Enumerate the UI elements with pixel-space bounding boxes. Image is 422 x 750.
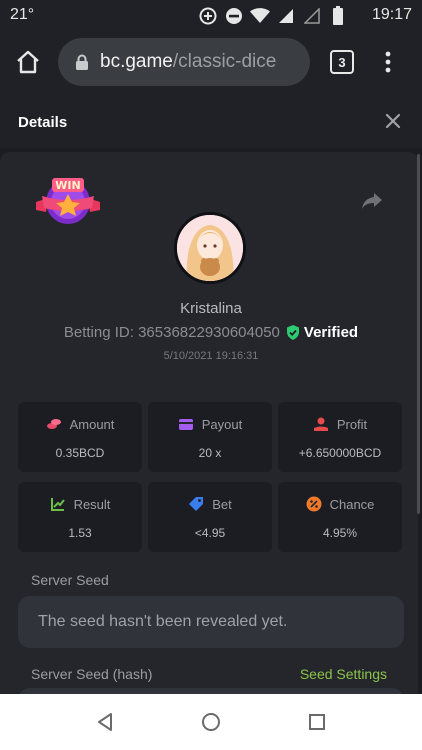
server-seed-field[interactable]: The seed hasn't been revealed yet. <box>18 596 404 648</box>
percent-icon <box>306 496 322 512</box>
details-title: Details <box>18 114 68 131</box>
server-seed-label: Server Seed <box>31 572 109 588</box>
tab-switcher-button[interactable]: 3 <box>330 50 354 74</box>
url-bar[interactable]: bc.game/classic-dice <box>58 38 310 86</box>
wifi-icon <box>250 6 270 26</box>
page-content: Details WIN Kristalina Betting ID: 36536… <box>0 94 422 694</box>
stat-card-bet: Bet <4.95 <box>148 482 272 552</box>
signal-empty-icon <box>302 6 322 26</box>
stat-value: <4.95 <box>194 526 226 540</box>
stats-grid: Amount 0.35BCD Payout 20 x Profit +6.650… <box>18 402 404 552</box>
win-badge-icon: WIN <box>34 174 102 232</box>
stat-card-result: Result 1.53 <box>18 482 142 552</box>
details-panel: WIN Kristalina Betting ID: 3653682293060… <box>0 152 418 694</box>
betting-id-row: Betting ID: 365368229306040​50 Verified <box>0 324 422 341</box>
do-not-disturb-icon <box>224 6 244 26</box>
bet-timestamp: 5/10/2021 19:16:31 <box>163 350 259 362</box>
stat-label: Payout <box>201 416 243 432</box>
stat-value: 4.95% <box>322 526 358 540</box>
username[interactable]: Kristalina <box>0 300 422 317</box>
seed-settings-link[interactable]: Seed Settings <box>300 666 387 682</box>
url-path: /classic-dice <box>172 51 277 72</box>
betting-id: Betting ID: 365368229306040​50 <box>63 324 280 341</box>
stat-label: Bet <box>212 496 232 512</box>
verified-badge: Verified <box>286 324 358 341</box>
details-header: Details <box>0 94 422 148</box>
share-icon[interactable] <box>360 188 384 212</box>
result-chart-icon <box>50 496 66 512</box>
stat-card-profit: Profit +6.650000BCD <box>278 402 402 472</box>
stat-card-amount: Amount 0.35BCD <box>18 402 142 472</box>
stat-label: Chance <box>329 496 375 512</box>
verified-label: Verified <box>303 324 359 341</box>
recents-icon[interactable] <box>307 712 327 732</box>
stat-card-chance: Chance 4.95% <box>278 482 402 552</box>
stat-label: Profit <box>336 416 368 432</box>
server-seed-hash-label: Server Seed (hash) <box>31 666 153 682</box>
back-icon[interactable] <box>96 712 116 732</box>
status-temperature: 21° <box>10 6 35 23</box>
browser-toolbar: bc.game/classic-dice 3 <box>0 32 422 94</box>
lock-icon <box>74 54 90 70</box>
verified-shield-icon <box>286 325 300 340</box>
stat-label: Result <box>73 496 111 512</box>
status-time: 19:17 <box>371 6 412 23</box>
home-icon[interactable] <box>201 712 221 732</box>
stat-value: 20 x <box>198 446 222 460</box>
profit-hand-icon <box>313 416 329 432</box>
status-bar: 21° 19:17 <box>0 0 422 32</box>
data-saver-icon <box>198 6 218 26</box>
stat-value: 0.35BCD <box>55 446 105 460</box>
url-host: bc.game <box>100 51 173 72</box>
win-badge-text: WIN <box>55 179 80 192</box>
stat-value: +6.650000BCD <box>298 446 382 460</box>
status-icons <box>198 6 348 26</box>
avatar[interactable] <box>174 212 246 284</box>
close-icon[interactable] <box>384 112 402 130</box>
battery-icon <box>328 6 348 26</box>
overflow-menu-icon[interactable] <box>380 48 396 76</box>
coins-icon <box>46 416 62 432</box>
system-nav-bar <box>0 694 422 750</box>
stat-label: Amount <box>69 416 115 432</box>
stat-card-payout: Payout 20 x <box>148 402 272 472</box>
signal-icon <box>276 6 296 26</box>
scrollbar[interactable] <box>417 154 420 514</box>
browser-home-icon[interactable] <box>14 48 42 76</box>
bet-tag-icon <box>188 496 204 512</box>
wallet-icon <box>178 416 194 432</box>
stat-value: 1.53 <box>68 526 92 540</box>
